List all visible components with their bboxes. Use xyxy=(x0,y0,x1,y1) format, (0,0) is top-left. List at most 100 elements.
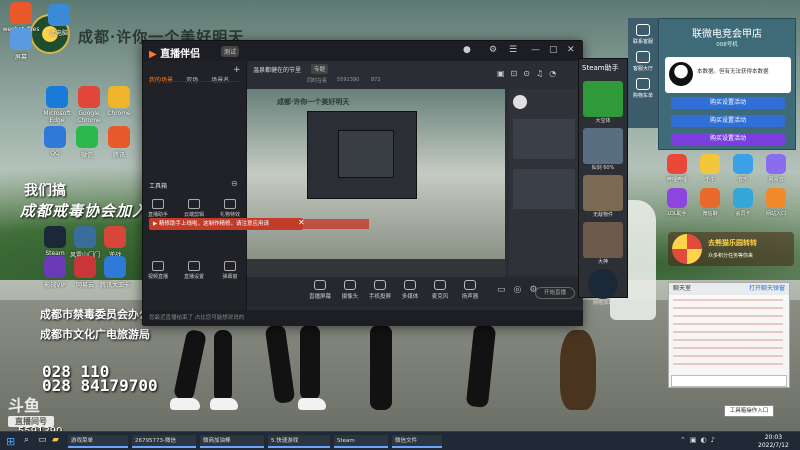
windows-start-icon[interactable]: ⊞ xyxy=(6,435,15,448)
maximize-icon[interactable]: ▢ xyxy=(549,45,558,55)
btn-camera[interactable]: 摄像头 xyxy=(337,280,363,300)
app-icon xyxy=(46,86,68,108)
desktop-icon[interactable]: 逆战 xyxy=(96,226,134,259)
taskbar-item-game-menu[interactable]: 游戏菜单 xyxy=(68,435,128,448)
tab-scene-name[interactable]: 场景名 xyxy=(211,75,229,84)
preview-toolbar-icons[interactable]: ▣⊡⊙♫◔ xyxy=(497,69,562,78)
notice-close-icon[interactable]: ✕ xyxy=(298,218,305,227)
system-tray-icons[interactable]: ⌃▣◐♪ xyxy=(680,436,719,444)
taskbar-item-steam[interactable]: Steam xyxy=(334,435,388,448)
sneaker xyxy=(210,398,238,410)
chat-icon xyxy=(700,188,720,208)
app-qianniu[interactable]: 千牛 xyxy=(695,154,725,183)
app-music[interactable]: 音乐 xyxy=(728,154,758,183)
chat-room-panel[interactable]: 聊天室 打开聊天弹窗 xyxy=(668,282,790,388)
taskbar-clock[interactable]: 20:03 2022/7/12 xyxy=(758,434,789,450)
close-icon[interactable]: ✕ xyxy=(567,45,575,55)
chat-input[interactable] xyxy=(671,375,787,387)
task-view-icon[interactable]: ▭ xyxy=(38,435,47,445)
tool-live-helper[interactable]: 直播助手 xyxy=(147,199,169,218)
shop-sidebar: 联系客服 客服大厅 购物车单 xyxy=(628,18,658,128)
desktop-icon[interactable]: 屏幕 xyxy=(2,28,40,61)
side-list xyxy=(513,169,575,209)
steam-logo-icon[interactable] xyxy=(588,269,618,299)
media-icon xyxy=(404,280,416,290)
desktop-icon[interactable]: Chrome xyxy=(100,86,138,117)
info-line-2: 成都市文化广电旅游局 xyxy=(40,328,150,341)
shop-button-2[interactable]: 购买设置活动 xyxy=(671,115,785,127)
phone-icon xyxy=(636,24,650,36)
tool-cloud-edit[interactable]: 云端剪辑 xyxy=(183,199,205,218)
steam-item-thumb[interactable] xyxy=(583,222,623,258)
sidebar-contact[interactable]: 联系客服 xyxy=(628,24,658,45)
taskbar-item-files[interactable]: 微信文件 xyxy=(392,435,442,448)
btn-media[interactable]: 多媒体 xyxy=(397,280,423,300)
btn-screen[interactable]: 直播屏幕 xyxy=(307,280,333,300)
stream-title[interactable]: 温泉都健在的节里 xyxy=(253,65,301,74)
sidebar-service[interactable]: 客服大厅 xyxy=(628,51,658,72)
menu-icon[interactable]: ☰ xyxy=(509,45,517,55)
shop-button-1[interactable]: 购买设置活动 xyxy=(671,97,785,109)
btn-speaker[interactable]: 扬声器 xyxy=(457,280,483,300)
search-icon[interactable]: ⌕ xyxy=(24,435,29,445)
btn-phone-cast[interactable]: 手机投屏 xyxy=(367,280,393,300)
desktop-icon-label: 腾讯大王卡 xyxy=(99,282,130,289)
notice-banner[interactable]: ▶ 精修助手上线啦，这制作精修，请注意应用请 xyxy=(149,218,303,230)
steam-assistant-panel[interactable]: Steam助手 大宝体 仙剑 60% 无敌物件 大神 网络加速 xyxy=(578,58,628,306)
sidebar-cart[interactable]: 购物车单 xyxy=(628,78,658,99)
app-lol[interactable]: LOL助手 xyxy=(662,188,692,217)
settings-icon[interactable]: ⚙ xyxy=(489,45,497,55)
avatar-icon[interactable]: ● xyxy=(463,45,471,55)
shop-ad-box[interactable]: 本数据。但有无法获得本数据 xyxy=(665,57,791,93)
app-chat[interactable]: 微信聊 xyxy=(695,188,725,217)
web-entry-icon xyxy=(766,188,786,208)
desktop-icon-label: Chrome xyxy=(107,110,131,117)
stream-preview[interactable]: 成都·许你一个美好明天 xyxy=(247,89,505,277)
clock-time: 20:03 xyxy=(764,434,783,441)
steam-item-thumb[interactable] xyxy=(583,81,623,117)
taskbar-item-game[interactable]: 5.快速游戏 xyxy=(268,435,330,448)
app-icon xyxy=(44,256,66,278)
desktop-icon[interactable]: 此电脑 xyxy=(40,4,78,37)
screen-icon xyxy=(314,280,326,290)
app-member[interactable]: 会员卡 xyxy=(728,188,758,217)
taskbar-item-wechat[interactable]: 26795773-微信 xyxy=(132,435,196,448)
toolbox-collapse-icon[interactable]: ⊖ xyxy=(231,179,238,188)
live-helper-icon xyxy=(152,199,164,209)
tool-danmu-window[interactable]: 弹幕窗 xyxy=(219,261,241,280)
desktop-icon[interactable]: 腾讯 xyxy=(100,126,138,159)
steam-item-thumb[interactable] xyxy=(583,175,623,211)
add-scene-icon[interactable]: + xyxy=(233,65,241,75)
shop-button-3[interactable]: 购买设置活动 xyxy=(671,133,785,145)
steam-item-label: 网络加速 xyxy=(592,300,613,306)
info-line-1: 成都市禁毒委员会办公 xyxy=(40,308,150,321)
tab-my-scenes[interactable]: 我的场景 xyxy=(149,75,173,84)
desktop-icon[interactable]: 腾讯大王卡 xyxy=(96,256,134,289)
preview-side-panel xyxy=(509,89,579,275)
taskbar-item-helper[interactable]: 微商加油棒 xyxy=(200,435,264,448)
app-bilibili[interactable]: 哔哩哔哩 xyxy=(662,154,692,183)
steam-item-thumb[interactable] xyxy=(583,128,623,164)
streaming-app-window[interactable]: ▶ 直播伴侣 测试 ● ⚙ ☰ — ▢ ✕ 我的场景 双场 场景名 + 工具箱 … xyxy=(142,40,583,326)
tab-double[interactable]: 双场 xyxy=(186,75,198,84)
speaker-icon xyxy=(464,280,476,290)
desktop-icon-label: 微信 xyxy=(80,152,93,159)
tool-video-live[interactable]: 视频直播 xyxy=(147,261,169,280)
lucky-wheel-banner[interactable]: 去熊猫乐园转转 众多积分任务等你来 xyxy=(668,232,794,266)
app-netease[interactable]: 网易云 xyxy=(761,154,791,183)
btn-mic[interactable]: 麦克风 xyxy=(427,280,453,300)
scene-tabs: 我的场景 双场 场景名 xyxy=(149,67,237,86)
stream-tag[interactable]: 专题 xyxy=(311,64,329,74)
cart-icon xyxy=(636,78,650,90)
tool-live-settings[interactable]: 直播设置 xyxy=(183,261,205,280)
chat-popout-link[interactable]: 打开聊天弹窗 xyxy=(749,283,785,295)
tool-gift-effect[interactable]: 礼物特效 xyxy=(219,199,241,218)
start-live-button[interactable]: 开始直播 xyxy=(535,287,575,299)
minimize-icon[interactable]: — xyxy=(531,45,540,55)
title-bar[interactable]: ▶ 直播伴侣 测试 ● ⚙ ☰ — ▢ ✕ xyxy=(143,41,583,61)
app-web[interactable]: 网站入口 xyxy=(761,188,791,217)
toolbox-popup[interactable]: 工具箱操作入口 xyxy=(724,405,774,417)
person-leg xyxy=(370,325,392,410)
user-avatar-icon xyxy=(513,95,527,109)
folder-icon[interactable]: ▰ xyxy=(52,435,59,445)
